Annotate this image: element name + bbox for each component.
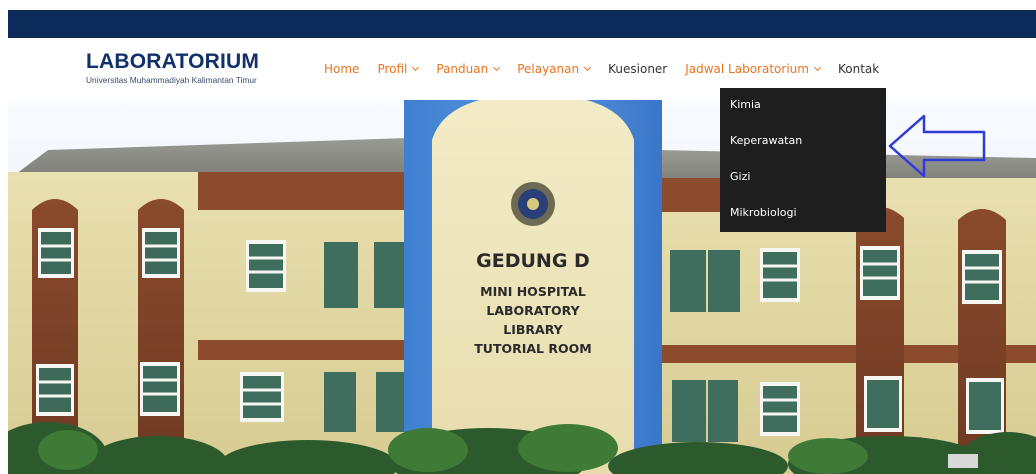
sign-line: MINI HOSPITAL (480, 284, 586, 299)
nav-item-label: Pelayanan (517, 62, 580, 76)
brand-subtitle: Universitas Muhammadiyah Kalimantan Timu… (86, 75, 257, 85)
dropdown-item-kimia[interactable]: Kimia (720, 92, 886, 128)
chevron-down-icon (584, 63, 592, 72)
nav-item-panduan[interactable]: Panduan (436, 62, 501, 76)
chevron-down-icon (493, 63, 501, 72)
nav-item-pelayanan[interactable]: Pelayanan (517, 62, 592, 76)
nav-item-home[interactable]: Home (324, 62, 359, 76)
nav-item-profil[interactable]: Profil (377, 62, 420, 76)
sign-line: LABORATORY (486, 303, 580, 318)
nav-item-label: Profil (377, 62, 408, 76)
dropdown-item-mikrobiologi[interactable]: Mikrobiologi (720, 200, 886, 236)
brand-title[interactable]: LABORATORIUM (86, 50, 259, 74)
building-sign: GEDUNG D MINI HOSPITAL LABORATORY LIBRAR… (432, 250, 634, 358)
jadwal-laboratorium-dropdown: Kimia Keperawatan Gizi Mikrobiologi (720, 88, 886, 232)
nav-item-label: Kuesioner (608, 62, 668, 76)
dropdown-item-keperawatan[interactable]: Keperawatan (720, 128, 886, 164)
top-bar (8, 10, 1036, 38)
nav-item-kuesioner[interactable]: Kuesioner (608, 62, 667, 76)
main-nav: Home Profil Panduan Pelayanan Kuesioner … (324, 58, 897, 80)
nav-item-kontak[interactable]: Kontak (838, 62, 879, 76)
arrow-left-icon (888, 114, 986, 178)
brand-logo[interactable]: LABORATORIUM Universitas Muhammadiyah Ka… (86, 50, 259, 85)
chevron-down-icon (412, 63, 420, 72)
page-frame: LABORATORIUM Universitas Muhammadiyah Ka… (8, 10, 1036, 474)
nav-item-label: Kontak (837, 62, 880, 76)
nav-item-jadwal-laboratorium[interactable]: Jadwal Laboratorium (685, 62, 822, 76)
nav-item-label: Jadwal Laboratorium (685, 62, 809, 76)
dropdown-item-gizi[interactable]: Gizi (720, 164, 886, 200)
chevron-down-icon (813, 63, 822, 72)
sign-line: LIBRARY (503, 322, 563, 337)
sign-line: GEDUNG D (476, 250, 590, 272)
nav-item-label: Panduan (436, 62, 489, 76)
sign-line: TUTORIAL ROOM (474, 341, 592, 356)
nav-item-label: Home (324, 62, 360, 76)
